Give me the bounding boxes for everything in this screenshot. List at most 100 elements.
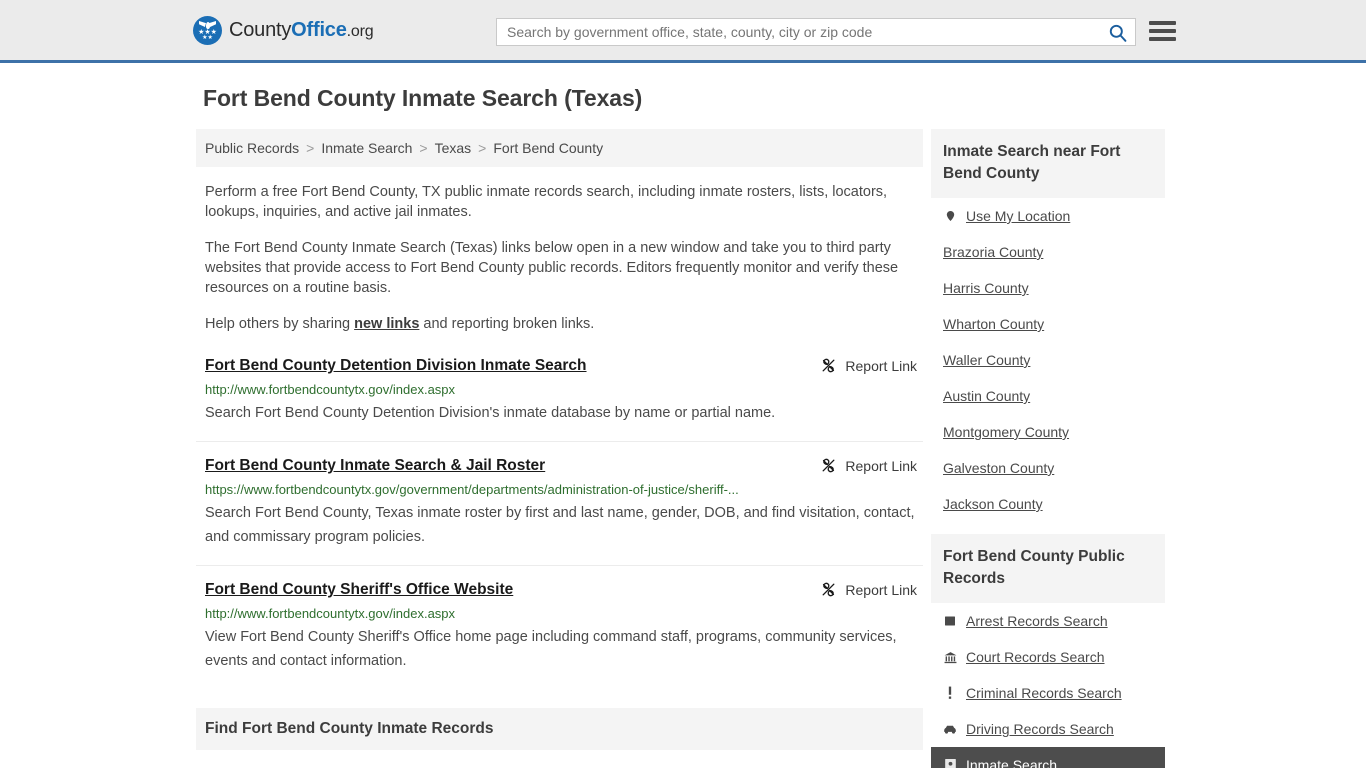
breadcrumb-item-fort-bend-county: Fort Bend County	[493, 140, 604, 156]
broken-link-icon	[822, 358, 835, 373]
report-link-label: Report Link	[845, 457, 917, 474]
report-link-button[interactable]: Report Link	[820, 357, 917, 374]
content-columns: Public Records > Inmate Search > Texas >…	[0, 129, 1366, 768]
sidebar-item-brazoria-county[interactable]: Brazoria County	[943, 234, 1153, 270]
sidebar-item-montgomery-county[interactable]: Montgomery County	[943, 414, 1153, 450]
search-button[interactable]	[1099, 19, 1135, 45]
fingerprint-icon	[943, 614, 957, 628]
result-description: Search Fort Bend County, Texas inmate ro…	[205, 505, 915, 545]
result-item: Fort Bend County Sheriff's Office Websit…	[196, 580, 923, 689]
page-body: Fort Bend County Inmate Search (Texas) P…	[0, 63, 1366, 768]
breadcrumb-item-public-records[interactable]: Public Records	[205, 140, 299, 156]
brand-part-tld: .org	[346, 22, 374, 40]
search-input[interactable]	[497, 19, 1099, 45]
sidebar-item-label: Driving Records Search	[966, 721, 1114, 737]
intro-paragraph-1: Perform a free Fort Bend County, TX publ…	[205, 184, 888, 220]
sidebar-item-driving-records-search[interactable]: Driving Records Search	[943, 711, 1153, 747]
sidebar-item-label: Arrest Records Search	[966, 613, 1108, 629]
inmate-icon	[943, 758, 957, 768]
report-link-label: Report Link	[845, 581, 917, 598]
sidebar-item-austin-county[interactable]: Austin County	[943, 378, 1153, 414]
find-records-heading: Find Fort Bend County Inmate Records	[196, 708, 923, 750]
main-content: Public Records > Inmate Search > Texas >…	[196, 129, 923, 768]
intro-p3-after: and reporting broken links.	[419, 316, 595, 332]
report-link-label: Report Link	[845, 357, 917, 374]
report-link-button[interactable]: Report Link	[820, 457, 917, 474]
result-title-link[interactable]: Fort Bend County Inmate Search & Jail Ro…	[205, 456, 545, 476]
public-records-panel-title: Fort Bend County Public Records	[931, 534, 1165, 603]
sidebar-item-label: Inmate Search	[966, 757, 1058, 768]
nearby-panel-title: Inmate Search near Fort Bend County	[931, 129, 1165, 198]
result-header: Fort Bend County Inmate Search & Jail Ro…	[205, 456, 917, 476]
result-item: Fort Bend County Detention Division Inma…	[196, 356, 923, 442]
result-title-link[interactable]: Fort Bend County Detention Division Inma…	[205, 356, 587, 376]
sidebar-item-wharton-county[interactable]: Wharton County	[943, 306, 1153, 342]
sidebar-item-label: Montgomery County	[943, 424, 1070, 440]
broken-link-icon	[822, 458, 835, 473]
sidebar-item-label: Wharton County	[943, 316, 1045, 332]
public-records-panel-list: Arrest Records Search Court Records Sear…	[931, 603, 1165, 768]
intro-paragraph-2: The Fort Bend County Inmate Search (Texa…	[205, 240, 899, 296]
brand-text: CountyOffice.org	[229, 18, 374, 42]
result-header: Fort Bend County Detention Division Inma…	[205, 356, 917, 376]
intro-paragraph-3: Help others by sharing new links and rep…	[205, 314, 917, 334]
sidebar-item-court-records-search[interactable]: Court Records Search	[943, 639, 1153, 675]
sidebar-item-label: Waller County	[943, 352, 1031, 368]
report-link-button[interactable]: Report Link	[820, 581, 917, 598]
sidebar-item-jackson-county[interactable]: Jackson County	[943, 486, 1153, 522]
result-url[interactable]: http://www.fortbendcountytx.gov/index.as…	[205, 606, 917, 622]
result-url[interactable]: http://www.fortbendcountytx.gov/index.as…	[205, 382, 917, 398]
result-url[interactable]: https://www.fortbendcountytx.gov/governm…	[205, 482, 917, 498]
sidebar-item-galveston-county[interactable]: Galveston County	[943, 450, 1153, 486]
sidebar-item-label: Jackson County	[943, 496, 1043, 512]
nearby-inmate-search-panel: Inmate Search near Fort Bend County Use …	[931, 129, 1165, 522]
new-links-link[interactable]: new links	[354, 316, 419, 332]
find-records-section: Find Fort Bend County Inmate Records A F…	[196, 708, 923, 768]
public-records-panel: Fort Bend County Public Records Arrest R…	[931, 534, 1165, 768]
result-description: View Fort Bend County Sheriff's Office h…	[205, 629, 897, 669]
breadcrumb-separator: >	[419, 140, 428, 156]
sidebar-item-use-my-location[interactable]: Use My Location	[943, 198, 1153, 234]
results-list: Fort Bend County Detention Division Inma…	[196, 356, 923, 689]
sidebar-item-harris-county[interactable]: Harris County	[943, 270, 1153, 306]
site-logo[interactable]: ★★★ ★★ CountyOffice.org	[193, 15, 374, 45]
sidebar-item-label: Court Records Search	[966, 649, 1105, 665]
sidebar-item-criminal-records-search[interactable]: Criminal Records Search	[943, 675, 1153, 711]
site-header: ★★★ ★★ CountyOffice.org	[0, 0, 1366, 63]
breadcrumb: Public Records > Inmate Search > Texas >…	[196, 129, 923, 167]
sidebar-item-label: Criminal Records Search	[966, 685, 1122, 701]
result-title-link[interactable]: Fort Bend County Sheriff's Office Websit…	[205, 580, 513, 600]
courthouse-icon	[943, 650, 957, 664]
sidebar-item-label: Harris County	[943, 280, 1029, 296]
sidebar-item-label: Austin County	[943, 388, 1031, 404]
breadcrumb-item-inmate-search[interactable]: Inmate Search	[321, 140, 412, 156]
brand-part-county: County	[229, 18, 292, 41]
sidebar-item-label: Use My Location	[966, 208, 1071, 224]
breadcrumb-separator: >	[478, 140, 487, 156]
nearby-panel-list: Use My Location Brazoria County Harris C…	[931, 198, 1165, 522]
map-pin-icon	[943, 209, 957, 223]
result-item: Fort Bend County Inmate Search & Jail Ro…	[196, 456, 923, 566]
intro-p3-before: Help others by sharing	[205, 316, 355, 332]
sidebar-item-arrest-records-search[interactable]: Arrest Records Search	[943, 603, 1153, 639]
breadcrumb-item-texas[interactable]: Texas	[435, 140, 472, 156]
exclamation-icon	[943, 686, 957, 700]
sidebar-item-label: Galveston County	[943, 460, 1055, 476]
intro-section: Perform a free Fort Bend County, TX publ…	[196, 182, 923, 334]
breadcrumb-separator: >	[306, 140, 315, 156]
broken-link-icon	[822, 582, 835, 597]
car-icon	[943, 722, 957, 736]
search-bar[interactable]	[496, 18, 1136, 46]
hamburger-menu-icon	[1149, 21, 1176, 25]
page-title: Fort Bend County Inmate Search (Texas)	[203, 85, 643, 111]
sidebar-item-waller-county[interactable]: Waller County	[943, 342, 1153, 378]
county-office-emblem-icon: ★★★ ★★	[193, 15, 222, 45]
result-header: Fort Bend County Sheriff's Office Websit…	[205, 580, 917, 600]
search-icon	[1109, 24, 1126, 42]
brand-part-office: Office	[291, 18, 347, 41]
sidebar-item-inmate-search[interactable]: Inmate Search	[931, 747, 1165, 768]
hamburger-menu-button[interactable]	[1149, 19, 1176, 43]
sidebar: Inmate Search near Fort Bend County Use …	[931, 129, 1165, 768]
result-description: Search Fort Bend County Detention Divisi…	[205, 405, 776, 421]
sidebar-item-label: Brazoria County	[943, 244, 1044, 260]
